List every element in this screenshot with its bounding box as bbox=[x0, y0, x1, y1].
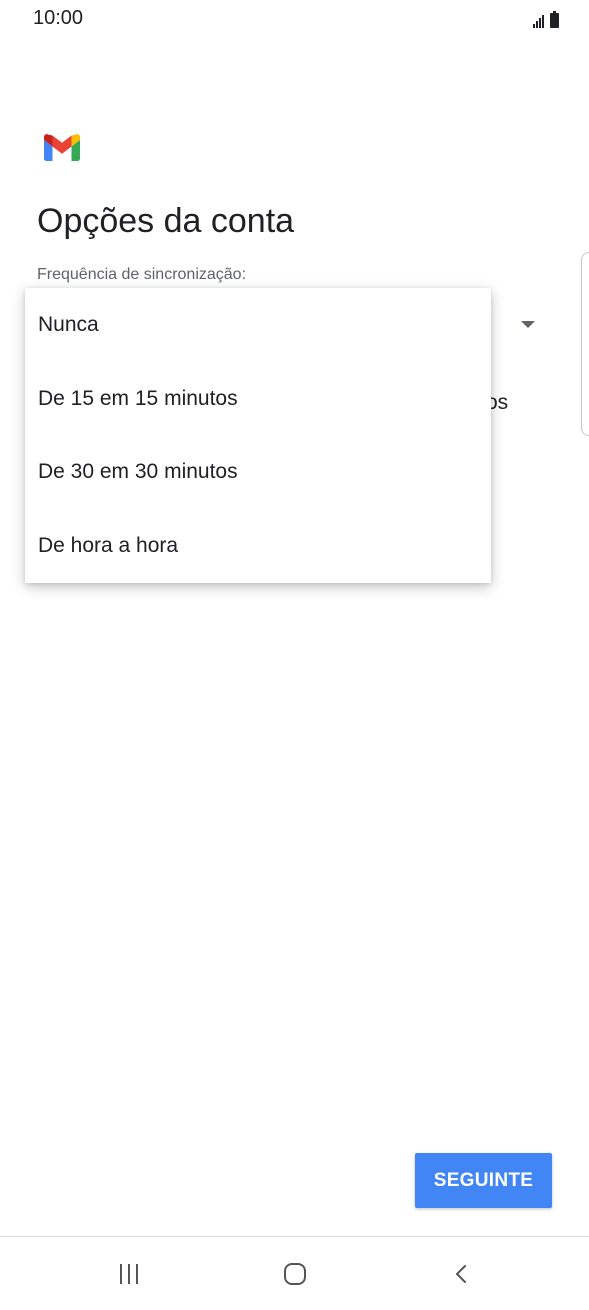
dropdown-option-label: De 15 em 15 minutos bbox=[38, 387, 238, 410]
dropdown-option-label: De 30 em 30 minutos bbox=[38, 460, 238, 483]
battery-icon bbox=[550, 11, 559, 28]
recent-apps-icon[interactable] bbox=[120, 1264, 138, 1284]
gmail-logo-icon bbox=[44, 134, 80, 161]
edge-panel-handle[interactable] bbox=[581, 252, 589, 436]
dropdown-option-15-min[interactable]: De 15 em 15 minutos bbox=[25, 362, 491, 436]
signal-icon bbox=[533, 14, 544, 28]
next-button[interactable]: SEGUINTE bbox=[415, 1153, 552, 1208]
back-icon[interactable] bbox=[452, 1263, 472, 1285]
sync-frequency-dropdown: Nunca De 15 em 15 minutos De 30 em 30 mi… bbox=[25, 288, 491, 583]
dropdown-option-label: Nunca bbox=[38, 313, 99, 336]
dropdown-option-30-min[interactable]: De 30 em 30 minutos bbox=[25, 435, 491, 509]
page-title: Opções da conta bbox=[37, 202, 295, 240]
spinner-dropdown-arrow-icon[interactable] bbox=[521, 321, 535, 328]
dropdown-option-hourly[interactable]: De hora a hora bbox=[25, 509, 491, 583]
status-icons bbox=[533, 10, 559, 28]
sync-frequency-label: Frequência de sincronização: bbox=[37, 266, 247, 283]
status-time: 10:00 bbox=[33, 7, 84, 29]
navigation-bar bbox=[0, 1237, 589, 1310]
dropdown-option-never[interactable]: Nunca bbox=[25, 288, 491, 362]
status-bar: 10:00 bbox=[0, 0, 589, 40]
dropdown-option-label: De hora a hora bbox=[38, 534, 179, 557]
home-icon[interactable] bbox=[284, 1263, 306, 1285]
